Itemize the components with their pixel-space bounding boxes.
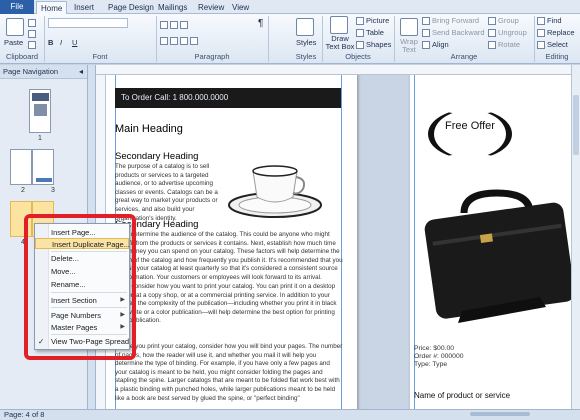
tab-insert[interactable]: Insert [70,1,98,14]
horizontal-ruler[interactable] [96,65,571,75]
tab-file[interactable]: File [0,0,34,14]
body-paragraph[interactable]: Next, consider how you want to print you… [115,283,343,326]
arrange-group-label: Arrange [450,52,478,61]
ungroup-button[interactable]: Ungroup [488,28,527,38]
page-navigation-title: Page Navigation ◂ [0,65,87,79]
tab-review[interactable]: Review [194,1,228,14]
page-thumbnail-3[interactable] [32,149,54,185]
styles-button[interactable]: Styles [296,38,316,47]
styles-group-label: Styles [295,52,317,61]
align-button[interactable]: Align [422,40,449,50]
italic-button[interactable]: I [60,38,62,47]
bring-forward-button[interactable]: Bring Forward [422,16,479,26]
page-indicator[interactable]: Page: 4 of 8 [4,410,44,419]
page-left[interactable]: To Order Call: 1 800.000.0000 Main Headi… [106,75,357,409]
copy-icon[interactable] [28,29,38,39]
briefcase-image[interactable] [422,173,571,333]
select-button[interactable]: Select [537,40,568,50]
group-button[interactable]: Group [488,16,519,26]
page-thumbnail-1[interactable] [29,89,51,133]
bold-button[interactable]: B [48,38,53,47]
page-number: 2 [21,187,25,194]
find-button[interactable]: Find [537,16,562,26]
separator [268,16,269,62]
body-paragraph[interactable]: First, determine the audience of the cat… [115,231,343,283]
vertical-scrollbar[interactable] [571,65,580,409]
clipboard-group-label: Clipboard [5,52,39,61]
align-icon[interactable] [160,36,200,46]
bullets-icon[interactable] [160,20,190,30]
secondary-heading[interactable]: Secondary Heading [115,151,198,162]
replace-button[interactable]: Replace [537,28,575,38]
table-button[interactable]: Table [356,28,384,38]
collapse-icon[interactable]: ◂ [79,65,83,79]
format-painter-icon[interactable] [28,40,38,50]
zoom-slider[interactable] [470,412,530,416]
free-offer-badge[interactable]: Free Offer [428,109,512,159]
underline-button[interactable]: U [72,38,77,47]
tab-page-design[interactable]: Page Design [104,1,158,14]
font-group-label: Font [92,52,108,61]
page-number: 3 [51,187,55,194]
page-thumbnail-2[interactable] [10,149,32,185]
draw-text-box-button[interactable]: Draw Text Box [325,35,355,51]
product-type[interactable]: Type: Type [414,361,447,369]
pilcrow-button[interactable]: ¶ [258,18,263,29]
page-number: 1 [38,135,42,142]
order-call-bar[interactable]: To Order Call: 1 800.000.0000 [115,88,341,108]
ribbon: Paste Clipboard B I U Font ¶ Paragraph S… [0,14,580,64]
body-paragraph[interactable]: Before you print your catalog, consider … [115,343,343,403]
objects-group-label: Objects [345,52,371,61]
wrap-text-icon[interactable] [400,18,418,36]
editing-group-label: Editing [545,52,569,61]
send-backward-button[interactable]: Send Backward [422,28,485,38]
tab-home[interactable]: Home [36,1,68,14]
shapes-button[interactable]: Shapes [356,40,391,50]
paragraph-group-label: Paragraph [194,52,230,61]
cut-icon[interactable] [28,18,38,28]
main-heading[interactable]: Main Heading [115,123,183,135]
highlight-annotation-box [24,214,136,360]
status-bar: Page: 4 of 8 [0,409,580,420]
paste-icon[interactable] [6,18,24,36]
product-name[interactable]: Name of product or service [414,391,510,401]
page-right[interactable]: Free Offer Price: $00.00 Order #: 000000… [410,75,571,409]
ribbon-tabs: File Home Insert Page Design Mailings Re… [0,0,580,14]
picture-button[interactable]: Picture [356,16,389,26]
document-workspace[interactable]: To Order Call: 1 800.000.0000 Main Headi… [106,75,571,409]
paste-button[interactable]: Paste [4,38,23,47]
text-box-icon[interactable] [330,16,348,34]
scroll-thumb[interactable] [573,95,579,155]
tab-view[interactable]: View [228,1,253,14]
rotate-button[interactable]: Rotate [488,40,520,50]
tab-mailings[interactable]: Mailings [154,1,191,14]
font-name-box[interactable] [48,18,128,28]
teacup-image[interactable] [223,157,327,221]
styles-icon[interactable] [296,18,314,36]
